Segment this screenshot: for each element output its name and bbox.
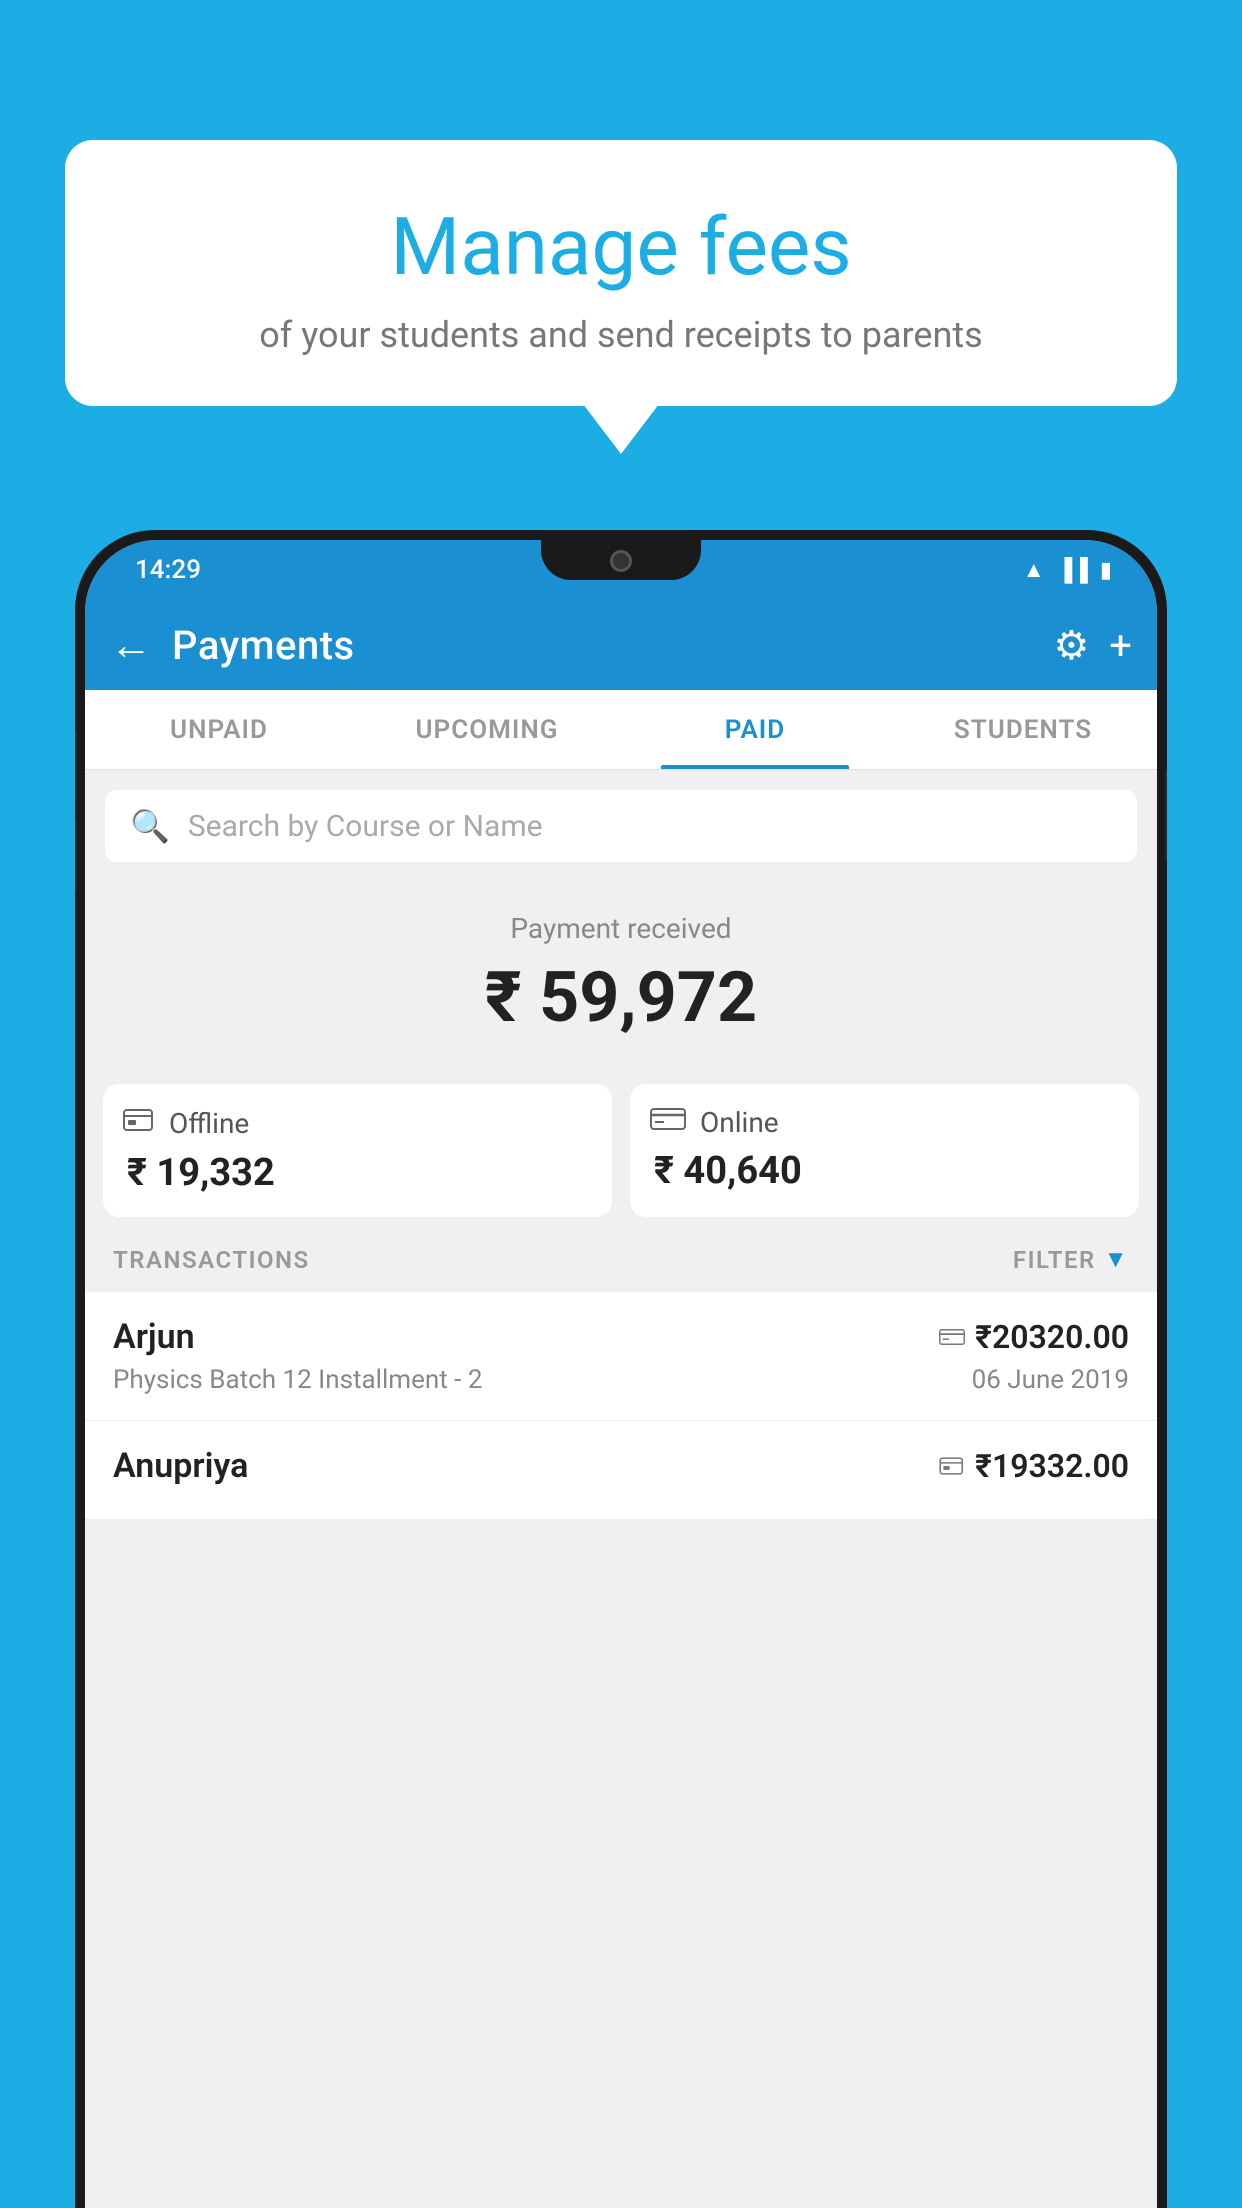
tab-upcoming[interactable]: UPCOMING: [353, 690, 621, 769]
transaction-name-anupriya: Anupriya: [113, 1446, 248, 1486]
transaction-amount-arjun: ₹20320.00: [939, 1318, 1129, 1356]
bubble-subtitle: of your students and send receipts to pa…: [105, 314, 1137, 356]
tab-students[interactable]: STUDENTS: [889, 690, 1157, 769]
app-bar-title: Payments: [172, 622, 1053, 669]
bubble-title: Manage fees: [105, 200, 1137, 294]
tabs-bar: UNPAID UPCOMING PAID STUDENTS: [85, 690, 1157, 770]
signal-icon: ▐▐: [1057, 557, 1088, 583]
app-bar: ← Payments ⚙ +: [85, 600, 1157, 690]
back-button[interactable]: ←: [110, 621, 152, 670]
battery-icon: ▮: [1100, 558, 1112, 583]
search-icon: 🔍: [130, 807, 170, 845]
transaction-top-arjun: Arjun ₹20320.00: [113, 1317, 1129, 1357]
offline-icon: [123, 1106, 155, 1141]
transactions-label: TRANSACTIONS: [113, 1246, 310, 1274]
transaction-detail-arjun: Physics Batch 12 Installment - 2: [113, 1365, 482, 1395]
power-button: [1165, 770, 1167, 860]
payment-received-label: Payment received: [105, 912, 1137, 945]
online-payment-card: Online ₹ 40,640: [630, 1084, 1139, 1217]
online-amount: ₹ 40,640: [650, 1149, 1119, 1193]
vol-up-button: [75, 730, 77, 800]
filter-icon: ▼: [1104, 1245, 1129, 1274]
speech-bubble: Manage fees of your students and send re…: [65, 140, 1177, 406]
search-bar[interactable]: 🔍 Search by Course or Name: [105, 790, 1137, 862]
online-icon: [650, 1106, 686, 1139]
tab-paid[interactable]: PAID: [621, 690, 889, 769]
content-area: 🔍 Search by Course or Name Payment recei…: [85, 770, 1157, 2208]
transaction-amount-anupriya: ₹19332.00: [939, 1447, 1129, 1485]
transaction-bottom-arjun: Physics Batch 12 Installment - 2 06 June…: [113, 1365, 1129, 1395]
payment-total-amount: ₹ 59,972: [105, 957, 1137, 1039]
transaction-row-anupriya[interactable]: Anupriya ₹19332.00: [85, 1421, 1157, 1520]
add-icon[interactable]: +: [1109, 622, 1132, 669]
vol-down-button: [75, 820, 77, 890]
offline-amount: ₹ 19,332: [123, 1151, 592, 1195]
status-time: 14:29: [135, 555, 201, 585]
phone-frame: 14:29 ▲ ▐▐ ▮ ← Payments ⚙ + UNPAID: [75, 530, 1167, 2208]
online-card-header: Online: [650, 1106, 1119, 1139]
offline-card-header: Offline: [123, 1106, 592, 1141]
offline-payment-card: Offline ₹ 19,332: [103, 1084, 612, 1217]
tab-unpaid[interactable]: UNPAID: [85, 690, 353, 769]
app-bar-icons: ⚙ +: [1053, 622, 1132, 669]
payment-cards: Offline ₹ 19,332: [103, 1084, 1139, 1217]
transactions-header: TRANSACTIONS FILTER ▼: [85, 1217, 1157, 1292]
filter-button[interactable]: FILTER ▼: [1013, 1245, 1129, 1274]
wifi-icon: ▲: [1023, 557, 1045, 583]
transaction-top-anupriya: Anupriya ₹19332.00: [113, 1446, 1129, 1486]
transaction-name-arjun: Arjun: [113, 1317, 195, 1357]
gear-icon[interactable]: ⚙: [1053, 622, 1089, 669]
payment-summary: Payment received ₹ 59,972: [85, 882, 1157, 1084]
transaction-row-arjun[interactable]: Arjun ₹20320.00 Physics Batch 1: [85, 1292, 1157, 1421]
online-payment-icon: [939, 1318, 965, 1356]
phone-screen: 14:29 ▲ ▐▐ ▮ ← Payments ⚙ + UNPAID: [85, 540, 1157, 2208]
transaction-date-arjun: 06 June 2019: [972, 1365, 1129, 1395]
front-camera: [610, 550, 632, 572]
search-placeholder: Search by Course or Name: [188, 809, 543, 844]
phone-notch: [541, 540, 701, 580]
offline-label: Offline: [169, 1107, 249, 1140]
offline-payment-icon: [939, 1447, 965, 1485]
status-icons: ▲ ▐▐ ▮: [1023, 557, 1112, 583]
online-label: Online: [700, 1106, 779, 1139]
